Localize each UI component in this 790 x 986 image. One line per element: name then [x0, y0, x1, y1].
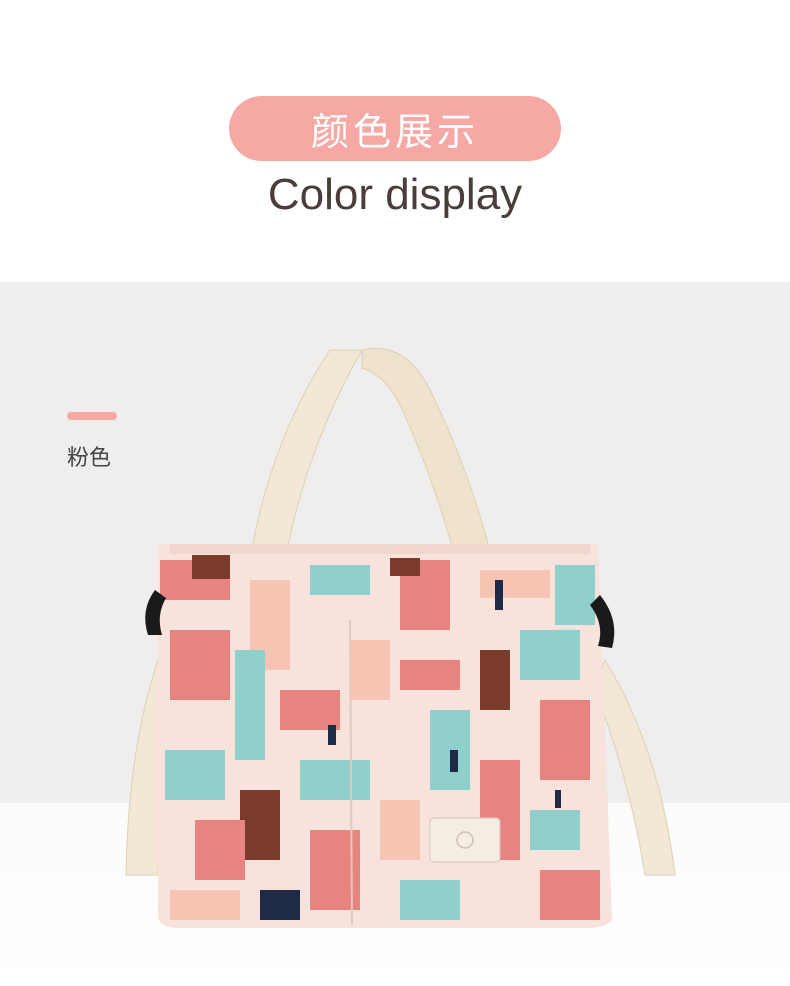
page-title: 颜色展示: [310, 110, 479, 154]
bag-handle-right: [361, 347, 496, 576]
bag-handle-left: [249, 349, 363, 563]
tote-bag-photo: [125, 347, 676, 928]
header-section: 颜色展示 Color display: [0, 0, 790, 282]
brand-patch: [429, 817, 501, 863]
page-subtitle: Color display: [267, 170, 523, 219]
title-pill: 颜色展示: [229, 96, 561, 161]
